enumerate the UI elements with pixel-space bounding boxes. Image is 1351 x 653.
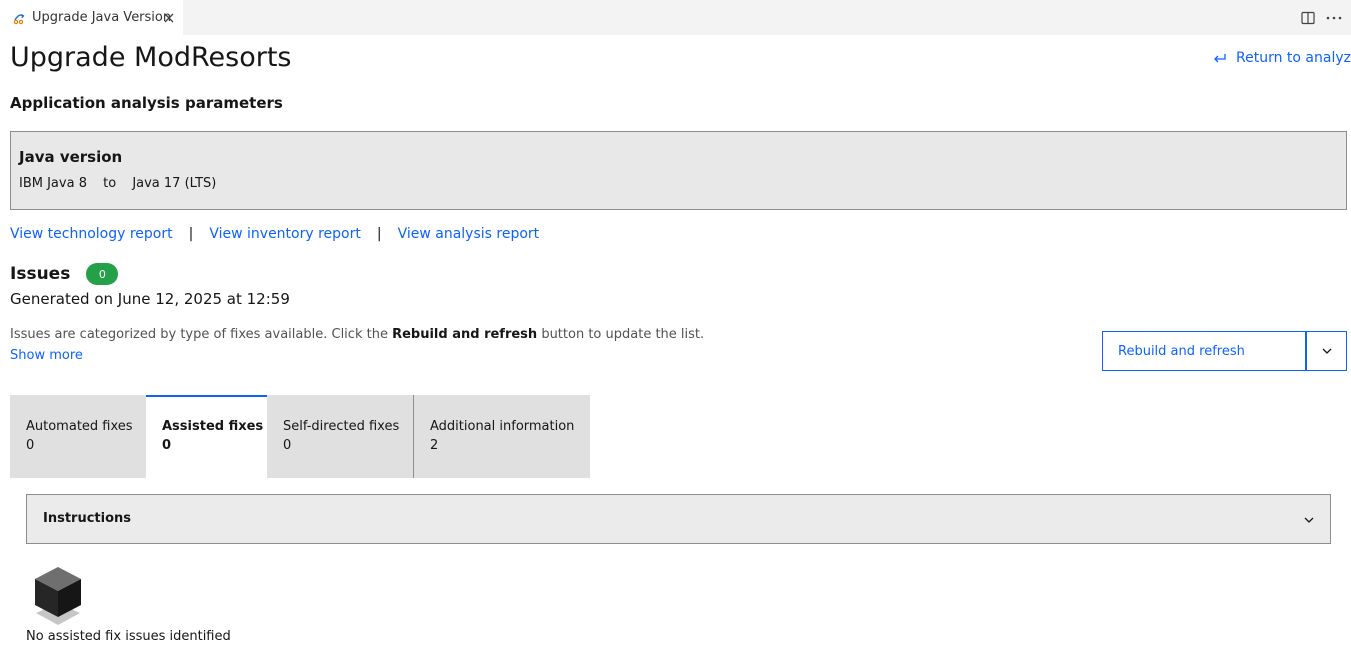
tab-additional-information[interactable]: Additional information 2: [414, 395, 590, 478]
editor-tab-title: Upgrade Java Version: [32, 10, 172, 25]
view-analysis-report-link[interactable]: View analysis report: [398, 226, 540, 242]
tab-count: 2: [430, 438, 439, 453]
tab-assisted-fixes[interactable]: Assisted fixes 0: [146, 395, 267, 478]
to-word: to: [103, 176, 117, 191]
tab-automated-fixes[interactable]: Automated fixes 0: [10, 395, 146, 478]
desc-before: Issues are categorized by type of fixes …: [10, 327, 393, 342]
close-icon[interactable]: [162, 10, 176, 24]
tab-count: 0: [162, 438, 172, 453]
tab-count: 0: [26, 438, 35, 453]
instructions-accordion[interactable]: Instructions: [26, 494, 1331, 544]
java-version-row: IBM Java 8 to Java 17 (LTS): [19, 176, 226, 191]
issues-header: Issues 0: [10, 263, 119, 285]
page-title: Upgrade ModResorts: [10, 42, 292, 73]
instructions-label: Instructions: [43, 511, 132, 526]
chevron-down-icon: [1302, 512, 1316, 526]
section-title: Application analysis parameters: [10, 94, 283, 112]
tab-self-directed-fixes[interactable]: Self-directed fixes 0: [267, 395, 413, 478]
return-arrow-icon: [1212, 50, 1228, 66]
tab-label: Automated fixes: [26, 419, 133, 434]
tab-label: Additional information: [430, 419, 575, 434]
tab-label: Assisted fixes: [162, 419, 264, 434]
tab-label: Self-directed fixes: [283, 419, 400, 434]
issues-description: Issues are categorized by type of fixes …: [10, 327, 704, 342]
separator: |: [376, 226, 382, 242]
return-to-analyze-link[interactable]: Return to analyze: [1212, 50, 1351, 66]
chevron-down-icon: [1322, 348, 1331, 354]
editor-tab-bar: Upgrade Java Version: [0, 0, 1351, 35]
report-links: View technology report | View inventory …: [10, 226, 539, 242]
separator: |: [188, 226, 194, 242]
desc-after: button to update the list.: [537, 327, 705, 342]
view-inventory-report-link[interactable]: View inventory report: [209, 226, 361, 242]
view-technology-report-link[interactable]: View technology report: [10, 226, 173, 242]
desc-bold: Rebuild and refresh: [392, 327, 538, 342]
issues-count-badge: 0: [86, 263, 119, 285]
target-java-version: Java 17 (LTS): [132, 176, 217, 191]
rebuild-options-dropdown[interactable]: [1306, 331, 1347, 371]
show-more-link[interactable]: Show more: [10, 348, 83, 363]
split-editor-icon[interactable]: [1300, 10, 1316, 26]
issues-title: Issues: [10, 264, 71, 284]
rebuild-and-refresh-button[interactable]: Rebuild and refresh: [1102, 331, 1306, 371]
more-actions-icon[interactable]: [1325, 10, 1343, 26]
java-version-label: Java version: [19, 148, 123, 166]
empty-box-icon: [32, 565, 84, 627]
source-java-version: IBM Java 8: [19, 176, 87, 191]
editor-tab[interactable]: Upgrade Java Version: [0, 0, 183, 35]
return-label: Return to analyze: [1236, 50, 1351, 66]
empty-state-text: No assisted fix issues identified: [26, 629, 231, 644]
generated-timestamp: Generated on June 12, 2025 at 12:59: [10, 290, 290, 308]
tab-count: 0: [283, 438, 292, 453]
java-upgrade-icon: [12, 11, 26, 25]
java-version-panel: Java version IBM Java 8 to Java 17 (LTS): [10, 131, 1347, 210]
